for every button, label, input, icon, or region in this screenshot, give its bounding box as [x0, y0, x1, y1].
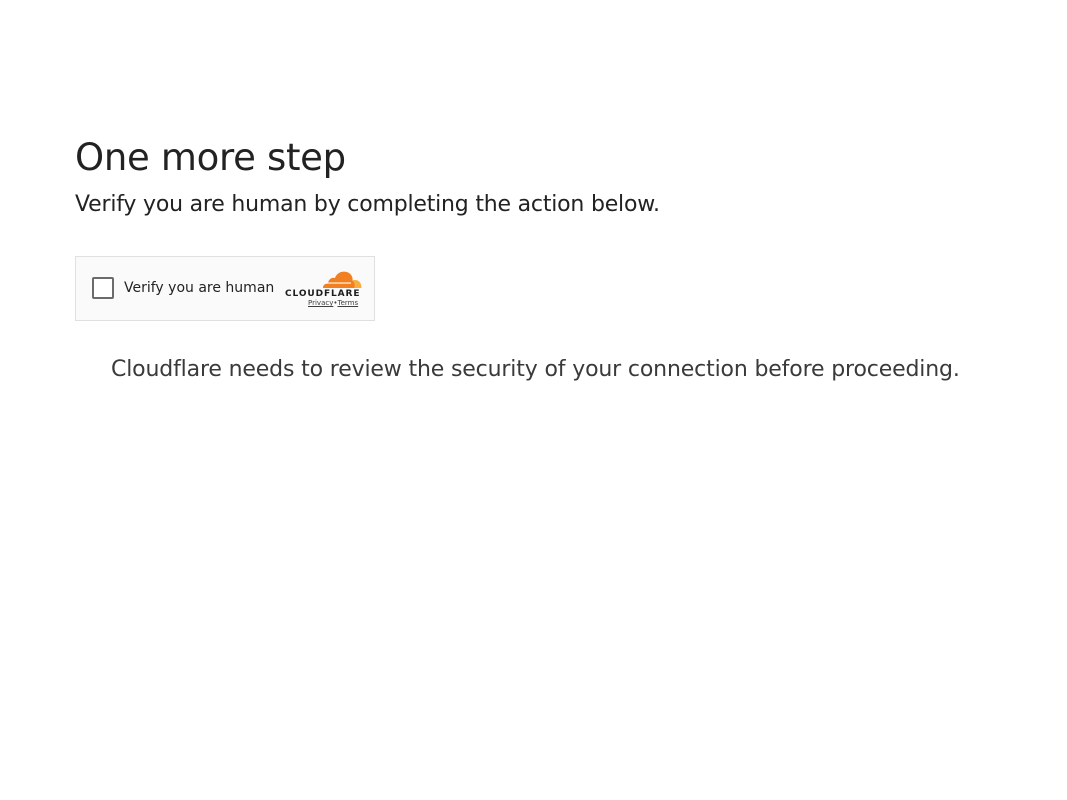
privacy-link[interactable]: Privacy — [308, 299, 333, 307]
verify-checkbox-label[interactable]: Verify you are human — [124, 278, 274, 298]
cloudflare-cloud-icon — [323, 271, 362, 288]
cloudflare-branding: CLOUDFLARE Privacy•Terms — [284, 269, 362, 309]
verify-checkbox[interactable] — [92, 277, 114, 299]
cloudflare-wordmark: CLOUDFLARE — [285, 289, 361, 299]
turnstile-widget: Verify you are human CLOUDFLARE Privacy•… — [75, 256, 375, 321]
page-title: One more step — [75, 136, 346, 179]
page-subtitle: Verify you are human by completing the a… — [75, 192, 660, 217]
legal-links: Privacy•Terms — [308, 299, 358, 308]
terms-link[interactable]: Terms — [338, 299, 359, 307]
security-message: Cloudflare needs to review the security … — [111, 357, 960, 382]
challenge-page: One more step Verify you are human by co… — [0, 0, 1067, 800]
